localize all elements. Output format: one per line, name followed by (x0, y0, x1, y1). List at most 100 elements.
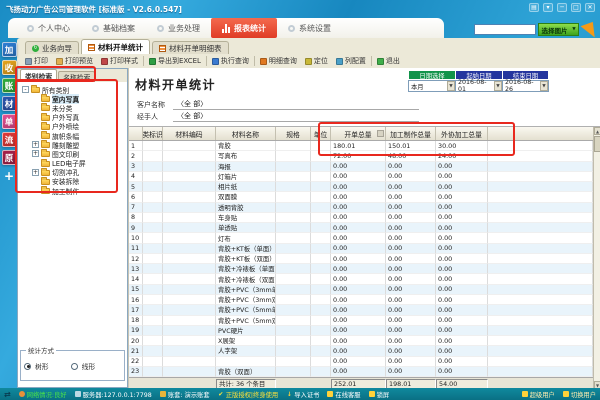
column-header-3[interactable]: 规格 (276, 127, 311, 140)
online-service-button[interactable]: 在线客服 (327, 390, 360, 399)
folder-icon (41, 142, 50, 148)
table-row[interactable]: 11背胶+KT板（单面）0.000.000.00 (129, 244, 593, 254)
column-header-7[interactable]: 外协加工总量 (436, 127, 488, 140)
column-header-2[interactable]: 材料名称 (216, 127, 276, 140)
toolbar-button-7[interactable]: 列配置 (332, 55, 370, 67)
category-tree: -所有类别室内写真未分类户外写真户外喷绘旗帜条幅+雕刻雕塑+图文印刷LED电子屏… (20, 85, 125, 195)
tree-item-11[interactable]: 加工制作 (20, 186, 125, 195)
side-button-2[interactable]: 账 (2, 78, 17, 93)
toolbar-button-8[interactable]: 退出 (373, 55, 404, 67)
cell-row-number: 13 (129, 264, 143, 274)
folder-icon (41, 124, 50, 130)
table-row[interactable]: 20X展架0.000.000.00 (129, 336, 593, 346)
tab-business-wizard[interactable]: ↻ 业务向导 (25, 41, 79, 54)
expander-icon[interactable]: - (22, 86, 29, 93)
column-header-1[interactable]: 材料编码 (163, 127, 216, 140)
minimize-button[interactable]: ─ (557, 3, 567, 12)
date-value-dropdown[interactable]: 本月▼ (408, 80, 455, 92)
tree-item-1[interactable]: 室内写真 (20, 94, 125, 103)
menu-item-business[interactable]: 业务处理 (146, 18, 211, 38)
toolbar-button-4[interactable]: 执行查询 (208, 55, 253, 67)
toolbar-button-1[interactable]: 打印预览 (52, 55, 97, 67)
table-row[interactable]: 23背胶（双面）0.000.000.00 (129, 367, 593, 377)
select-image-button[interactable]: 选择图片 (538, 23, 571, 36)
expander-icon[interactable]: + (32, 169, 39, 176)
table-row[interactable]: 8车身贴0.000.000.00 (129, 213, 593, 223)
cell-spec (276, 162, 311, 172)
chevron-down-icon[interactable]: ▼ (540, 81, 548, 91)
close-button[interactable]: ✕ (585, 3, 595, 12)
table-row[interactable]: 5相片纸0.000.000.00 (129, 182, 593, 192)
column-header-6[interactable]: 加工制作总量 (386, 127, 436, 140)
table-row[interactable]: 9单透贴0.000.000.00 (129, 223, 593, 233)
side-button-0[interactable]: 加 (2, 42, 17, 57)
radio-line-mode[interactable] (71, 363, 78, 370)
table-row[interactable]: 220.000.000.00 (129, 357, 593, 367)
menu-item-base-archive[interactable]: 基础档案 (81, 18, 146, 38)
vertical-scrollbar[interactable]: ▲ ▼ (593, 127, 600, 389)
table-row[interactable]: 2写真布72.0048.0024.00 (129, 151, 593, 161)
chevron-down-icon[interactable]: ▼ (494, 81, 502, 91)
tab-name-search[interactable]: 名称检索 (58, 71, 95, 82)
table-row[interactable]: 6双面膜0.000.000.00 (129, 192, 593, 202)
date-value-dropdown[interactable]: 2016-08-26▼ (502, 80, 549, 92)
radio-tree-mode[interactable] (24, 363, 31, 370)
side-button-7[interactable]: + (2, 168, 17, 183)
cell-flag (143, 141, 163, 151)
table-row[interactable]: 7透明背胶0.000.000.00 (129, 203, 593, 213)
column-header-0[interactable]: 类标识 (143, 127, 163, 140)
toolbar-button-0[interactable]: 打印 (21, 55, 52, 67)
table-row[interactable]: 4灯箱片0.000.000.00 (129, 172, 593, 182)
filter-value-customer[interactable]: 〈全 部〉 (173, 99, 419, 110)
wizard-icon: ↻ (32, 45, 39, 52)
table-row[interactable]: 3海报0.000.000.00 (129, 162, 593, 172)
import-cert-button[interactable]: ↓导入证书 (286, 390, 319, 399)
tab-material-order-detail[interactable]: 材料开单明细表 (152, 41, 229, 54)
table-row[interactable]: 15背胶+PVC（3mm单0.000.000.00 (129, 285, 593, 295)
table-row[interactable]: 1背胶180.01150.0130.00 (129, 141, 593, 151)
chevron-down-icon[interactable]: ▼ (447, 81, 455, 91)
menu-item-reports[interactable]: 报表统计 (211, 18, 277, 38)
skin-icon[interactable]: ▾ (543, 3, 553, 12)
expander-icon[interactable]: + (32, 141, 39, 148)
sort-icon[interactable] (377, 130, 384, 137)
table-row[interactable]: 12背胶+KT板（双面）0.000.000.00 (129, 254, 593, 264)
scroll-up-icon[interactable]: ▲ (594, 127, 600, 135)
side-button-5[interactable]: 流 (2, 132, 17, 147)
maximize-button[interactable]: □ (571, 3, 581, 12)
cell-row-number: 17 (129, 305, 143, 315)
side-button-4[interactable]: 单 (2, 114, 17, 129)
toolbar-button-3[interactable]: 导出到EXCEL (145, 55, 205, 67)
toolbar-button-2[interactable]: 打印样式 (97, 55, 142, 67)
menu-item-personal-center[interactable]: 个人中心 (16, 18, 81, 38)
date-value-dropdown[interactable]: 2016-08-01▼ (455, 80, 502, 92)
side-button-6[interactable]: 原 (2, 150, 17, 165)
switch-user-button[interactable]: 切换用户 (563, 390, 596, 399)
table-row[interactable]: 14背胶+冷裱板（双面）0.000.000.00 (129, 274, 593, 284)
lock-screen-button[interactable]: 锁屏 (369, 390, 390, 399)
side-button-1[interactable]: 收 (2, 60, 17, 75)
expander-icon[interactable]: + (32, 150, 39, 157)
table-row[interactable]: 17背胶+PVC（5mm单0.000.000.00 (129, 305, 593, 315)
toolbar-button-6[interactable]: 定位 (301, 55, 332, 67)
table-row[interactable]: 19PVC硬片0.000.000.00 (129, 326, 593, 336)
table-row[interactable]: 10灯布0.000.000.00 (129, 233, 593, 243)
select-image-dropdown-icon[interactable]: ▼ (570, 23, 579, 36)
column-header-5[interactable]: 开单总量 (331, 127, 386, 140)
table-row[interactable]: 16背胶+PVC（3mm双0.000.000.00 (129, 295, 593, 305)
table-row[interactable]: 21人字架0.000.000.00 (129, 346, 593, 356)
table-row[interactable]: 13背胶+冷裱板（单面）0.000.000.00 (129, 264, 593, 274)
toolbar-button-5[interactable]: 明细查询 (256, 55, 301, 67)
sync-icon[interactable]: ⇄ (4, 390, 11, 399)
page-icon[interactable]: ▤ (529, 3, 539, 12)
side-button-3[interactable]: 材 (2, 96, 17, 111)
menu-item-system-settings[interactable]: 系统设置 (277, 18, 342, 38)
table-row[interactable]: 18背胶+PVC（5mm双0.000.000.00 (129, 316, 593, 326)
tab-category-search[interactable]: 类别检索 (20, 69, 57, 82)
cell-process-qty: 0.00 (386, 316, 436, 326)
filter-value-handler[interactable]: 〈全 部〉 (173, 111, 419, 122)
image-path-input[interactable] (474, 24, 536, 35)
scroll-thumb[interactable] (594, 136, 600, 152)
tab-material-order-stats[interactable]: 材料开单统计 (81, 39, 150, 54)
column-header-4[interactable]: 单位 (311, 127, 331, 140)
